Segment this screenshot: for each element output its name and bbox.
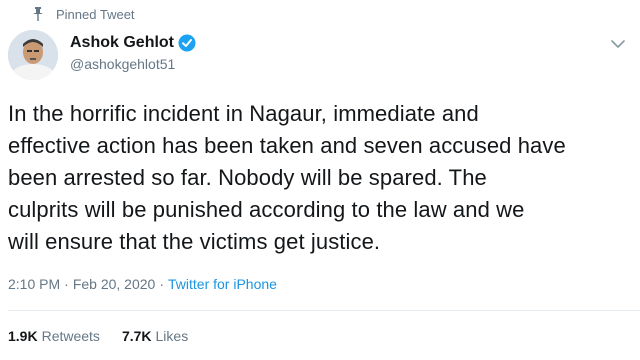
- avatar[interactable]: [8, 30, 58, 80]
- retweets-stat[interactable]: 1.9K Retweets: [8, 328, 100, 344]
- tweet-card: Pinned Tweet Ashok Gehlot @ashokgehlot51: [0, 0, 640, 360]
- avatar-image: [8, 30, 58, 80]
- verified-badge-icon: [178, 34, 196, 52]
- tweet-time[interactable]: 2:10 PM: [8, 276, 60, 292]
- likes-count: 7.7K: [121, 328, 152, 344]
- author-display-name[interactable]: Ashok Gehlot: [70, 34, 174, 52]
- tweet-text-line: been arrested so far. Nobody will be spa…: [8, 165, 487, 190]
- meta-separator: ·: [64, 276, 69, 292]
- tweet-meta: 2:10 PM · Feb 20, 2020 · Twitter for iPh…: [8, 276, 277, 292]
- author-handle[interactable]: @ashokgehlot51: [70, 56, 196, 72]
- divider: [8, 310, 640, 311]
- tweet-source-link[interactable]: Twitter for iPhone: [168, 276, 277, 292]
- likes-stat[interactable]: 7.7K Likes: [122, 328, 188, 344]
- meta-separator: ·: [159, 276, 164, 292]
- pinned-label: Pinned Tweet: [56, 6, 135, 22]
- tweet-text-line: culprits will be punished according to t…: [8, 197, 525, 222]
- author-name-row: Ashok Gehlot: [70, 32, 196, 54]
- tweet-text-line: will ensure that the victims get justice…: [8, 229, 381, 254]
- retweets-label: Retweets: [41, 328, 100, 344]
- tweet-text: In the horrific incident in Nagaur, imme…: [8, 98, 633, 258]
- author-block[interactable]: Ashok Gehlot @ashokgehlot51: [70, 32, 196, 72]
- pinned-indicator: Pinned Tweet: [30, 4, 135, 24]
- retweets-count: 1.9K: [8, 328, 38, 344]
- tweet-date[interactable]: Feb 20, 2020: [73, 276, 156, 292]
- tweet-stats: 1.9K Retweets 7.7K Likes: [8, 328, 210, 344]
- pin-icon: [30, 6, 46, 22]
- likes-label: Likes: [155, 328, 189, 344]
- tweet-text-line: In the horrific incident in Nagaur, imme…: [8, 101, 479, 126]
- chevron-down-icon[interactable]: [610, 36, 626, 52]
- tweet-text-line: effective action has been taken and seve…: [8, 133, 566, 158]
